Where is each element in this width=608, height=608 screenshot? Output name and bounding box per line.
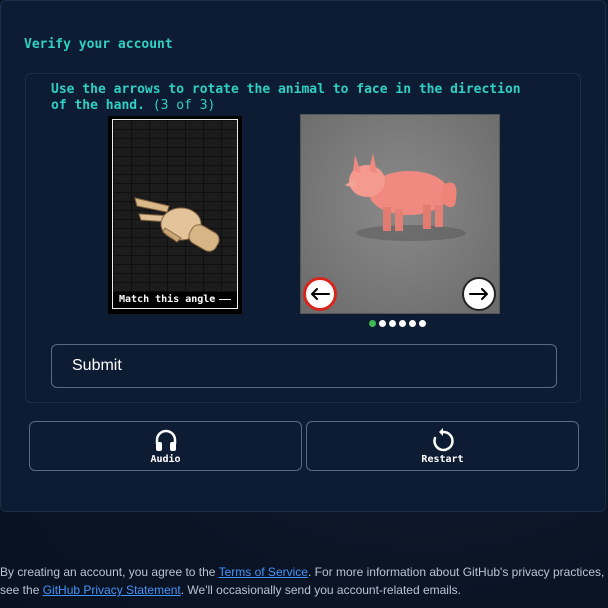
arrow-left-icon [311,288,330,300]
privacy-statement-link[interactable]: GitHub Privacy Statement [43,583,181,597]
page: Verify your account Use the arrows to ro… [0,0,608,608]
pink-dog-icon [345,153,466,241]
instruction-text: Use the arrows to rotate the animal to f… [51,82,521,113]
reference-caption: Match this angle [113,292,237,308]
carousel-dots [369,320,426,327]
restart-label: Restart [421,454,464,465]
carousel-dot [399,320,406,327]
wooden-hand-icon [134,197,220,252]
headphones-icon [155,429,176,451]
arrow-right-icon [469,288,488,300]
audio-button[interactable]: Audio [29,421,302,471]
challenge-instruction: Use the arrows to rotate the animal to f… [51,82,531,114]
brick-wall-background: Match this angle [112,119,238,309]
submit-button[interactable]: Submit [51,344,557,388]
rotate-right-button[interactable] [462,277,496,311]
carousel-dot [419,320,426,327]
rotate-left-button[interactable] [303,277,337,311]
footer-legal-text: By creating an account, you agree to the… [0,565,605,597]
terms-of-service-link[interactable]: Terms of Service [219,565,308,579]
animal-image [300,114,500,314]
audio-label: Audio [150,454,181,465]
restart-button[interactable]: Restart [306,421,579,471]
reference-image: Match this angle [108,116,242,314]
carousel-dot [369,320,376,327]
restart-icon [432,428,454,452]
carousel-dot [409,320,416,327]
challenge-progress: (3 of 3) [152,98,216,113]
carousel-dot [379,320,386,327]
carousel-dot [389,320,396,327]
page-title: Verify your account [24,37,173,52]
